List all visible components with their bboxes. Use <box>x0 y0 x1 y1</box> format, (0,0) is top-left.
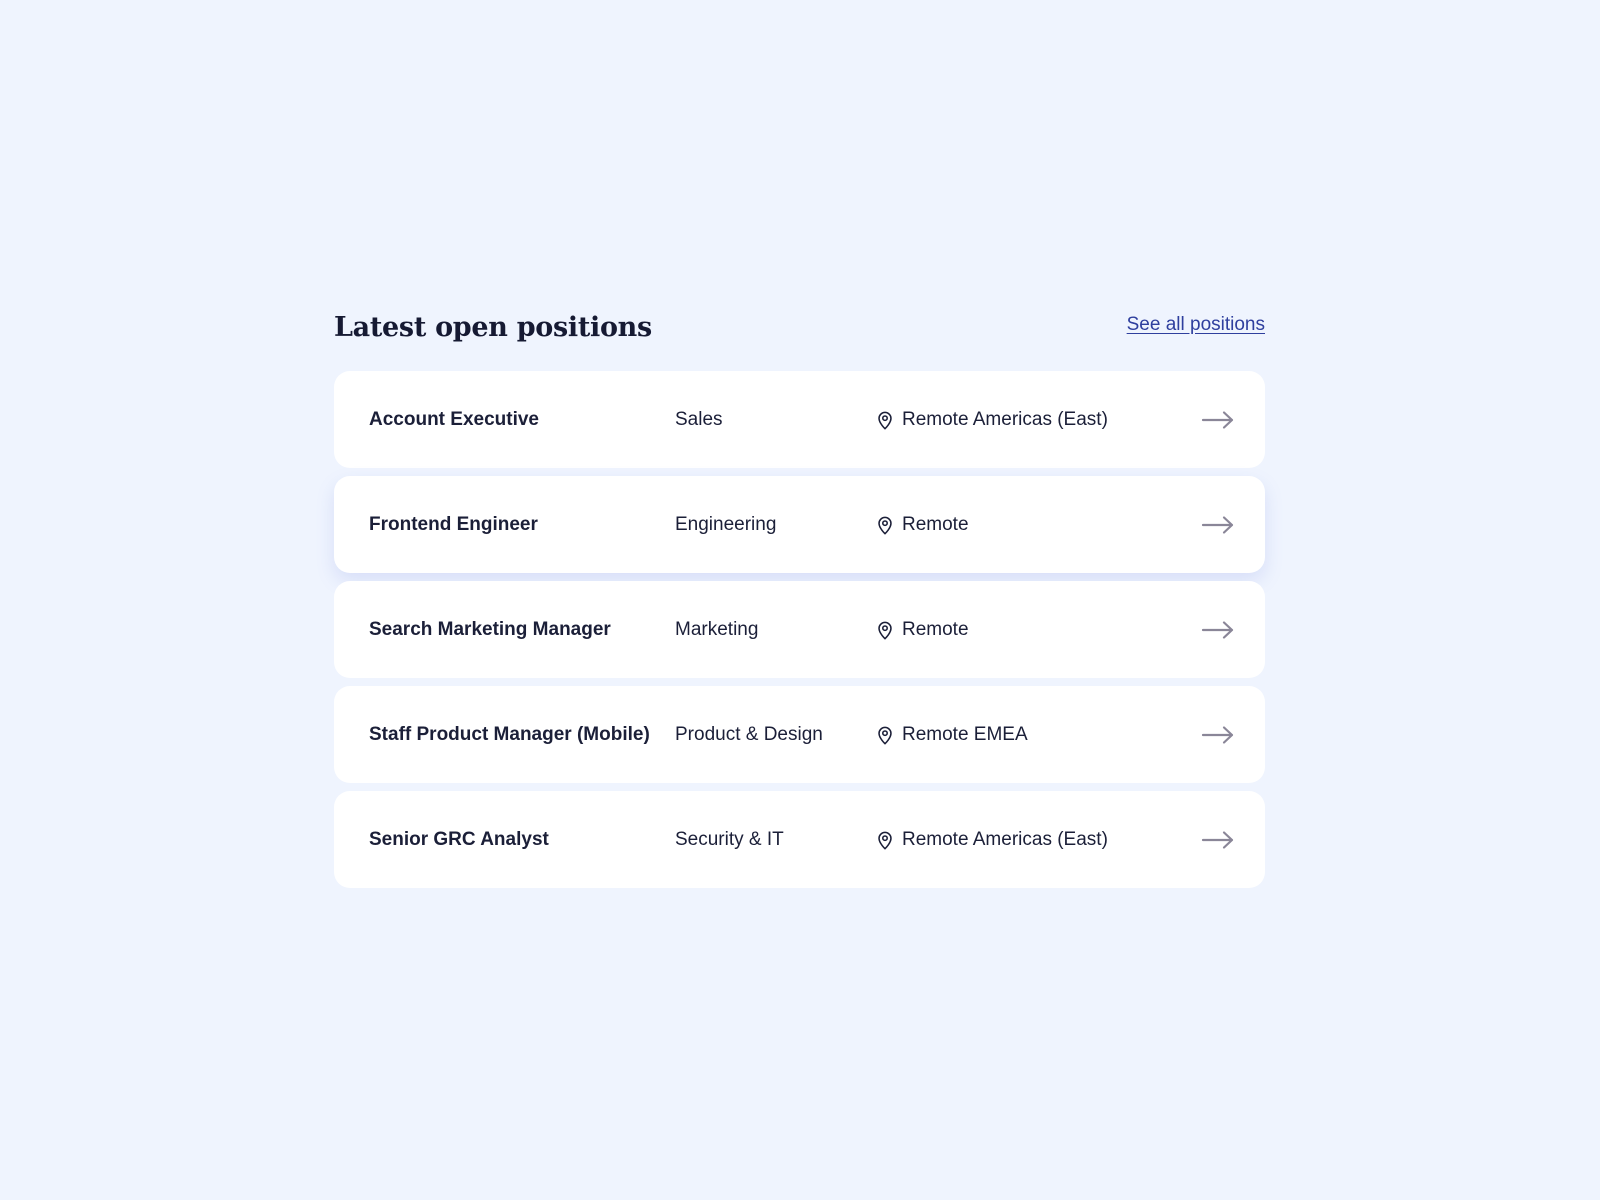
position-title: Search Marketing Manager <box>369 618 611 640</box>
map-pin-icon <box>878 411 892 429</box>
position-department: Product & Design <box>675 723 823 745</box>
position-title: Frontend Engineer <box>369 513 538 535</box>
position-title: Account Executive <box>369 408 539 430</box>
position-department: Marketing <box>675 618 759 640</box>
position-location-label: Remote <box>902 618 969 640</box>
position-location-label: Remote EMEA <box>902 723 1028 745</box>
position-row[interactable]: Senior GRC Analyst Security & IT Remote … <box>334 791 1265 888</box>
positions-list: Account Executive Sales Remote Americas … <box>334 371 1265 888</box>
position-location-label: Remote Americas (East) <box>902 828 1108 850</box>
position-row[interactable]: Frontend Engineer Engineering Remote <box>334 476 1265 573</box>
arrow-right-icon <box>1201 515 1234 534</box>
map-pin-icon <box>878 516 892 534</box>
position-location-label: Remote <box>902 513 969 535</box>
section-title: Latest open positions <box>334 312 652 343</box>
section-header: Latest open positions See all positions <box>334 300 1265 356</box>
position-location: Remote EMEA <box>874 724 1028 746</box>
position-location-label: Remote Americas (East) <box>902 408 1108 430</box>
open-positions-section: Latest open positions See all positions … <box>334 300 1265 888</box>
arrow-right-icon <box>1201 410 1234 429</box>
position-department: Sales <box>675 408 723 430</box>
map-pin-icon <box>878 831 892 849</box>
position-department: Security & IT <box>675 828 784 850</box>
see-all-positions-link[interactable]: See all positions <box>1127 297 1265 353</box>
arrow-right-icon <box>1201 830 1234 849</box>
map-pin-icon <box>878 621 892 639</box>
position-row[interactable]: Account Executive Sales Remote Americas … <box>334 371 1265 468</box>
position-location: Remote <box>874 514 969 536</box>
position-location: Remote Americas (East) <box>874 409 1108 431</box>
position-department: Engineering <box>675 513 777 535</box>
position-row[interactable]: Search Marketing Manager Marketing Remot… <box>334 581 1265 678</box>
position-row[interactable]: Staff Product Manager (Mobile) Product &… <box>334 686 1265 783</box>
arrow-right-icon <box>1201 620 1234 639</box>
map-pin-icon <box>878 726 892 744</box>
arrow-right-icon <box>1201 725 1234 744</box>
position-title: Senior GRC Analyst <box>369 828 549 850</box>
position-location: Remote <box>874 619 969 641</box>
position-title: Staff Product Manager (Mobile) <box>369 723 650 745</box>
position-location: Remote Americas (East) <box>874 829 1108 851</box>
